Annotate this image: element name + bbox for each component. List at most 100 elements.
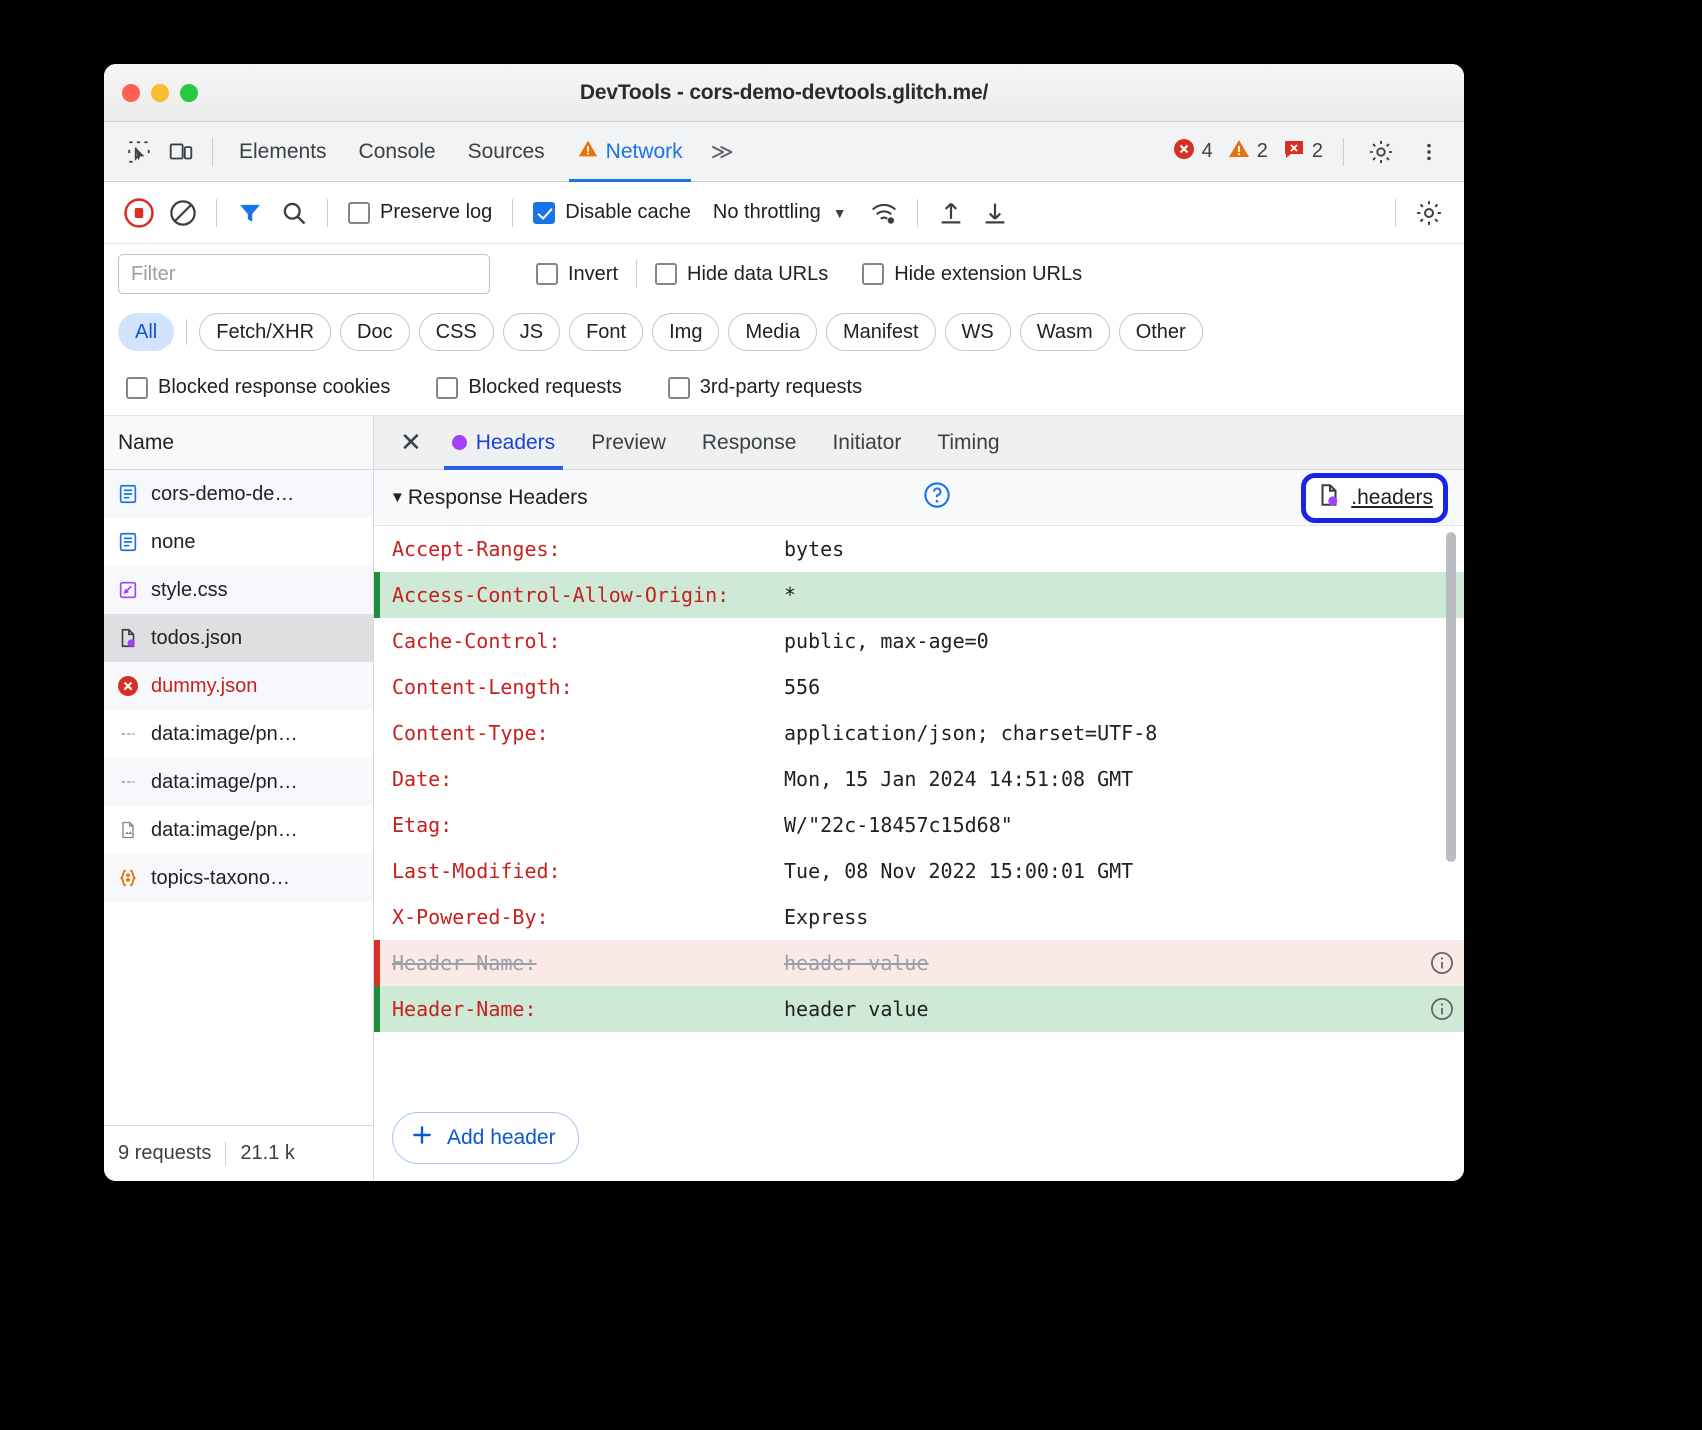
more-tabs-icon[interactable]: ≫ xyxy=(699,139,746,165)
more-options-icon[interactable] xyxy=(1408,131,1450,173)
header-value[interactable]: W/"22c-18457c15d68" xyxy=(784,802,1464,848)
response-headers-section-header[interactable]: ▼ Response Headers .headers xyxy=(374,470,1464,526)
third-party-requests-checkbox-box[interactable] xyxy=(668,377,690,399)
detail-scrollbar-thumb[interactable] xyxy=(1446,532,1456,862)
blocked-response-cookies-checkbox-box[interactable] xyxy=(126,377,148,399)
request-row-todos-json[interactable]: todos.json xyxy=(104,614,373,662)
header-row-x-powered-by[interactable]: X-Powered-By: Express xyxy=(374,894,1464,940)
hide-extension-urls-checkbox-box[interactable] xyxy=(862,263,884,285)
add-header-button[interactable]: Add header xyxy=(392,1112,579,1164)
tab-console[interactable]: Console xyxy=(343,122,452,182)
header-value[interactable]: Express xyxy=(784,894,1464,940)
tab-network-label: Network xyxy=(606,140,683,164)
request-row-data-image-1[interactable]: data:image/pn… xyxy=(104,710,373,758)
invert-checkbox-box[interactable] xyxy=(536,263,558,285)
tab-preview[interactable]: Preview xyxy=(573,416,684,470)
filter-pill-doc[interactable]: Doc xyxy=(340,313,410,351)
export-har-icon[interactable] xyxy=(974,192,1016,234)
filter-pill-manifest[interactable]: Manifest xyxy=(826,313,936,351)
header-row-etag[interactable]: Etag: W/"22c-18457c15d68" xyxy=(374,802,1464,848)
detail-scrollbar-track[interactable] xyxy=(1450,472,1460,1181)
preserve-log-checkbox-box[interactable] xyxy=(348,202,370,224)
tab-initiator[interactable]: Initiator xyxy=(814,416,919,470)
settings-gear-icon[interactable] xyxy=(1360,131,1402,173)
request-row-style-css[interactable]: style.css xyxy=(104,566,373,614)
blocked-requests-checkbox-box[interactable] xyxy=(436,377,458,399)
header-value[interactable]: Tue, 08 Nov 2022 15:00:01 GMT xyxy=(784,848,1464,894)
tab-headers[interactable]: Headers xyxy=(434,416,573,470)
error-counter[interactable]: 4 xyxy=(1168,137,1217,167)
tab-timing[interactable]: Timing xyxy=(919,416,1017,470)
header-row-last-modified[interactable]: Last-Modified: Tue, 08 Nov 2022 15:00:01… xyxy=(374,848,1464,894)
header-value[interactable]: header value xyxy=(784,986,1420,1032)
throttling-select-value[interactable]: No throttling xyxy=(701,201,821,224)
filter-pill-other[interactable]: Other xyxy=(1119,313,1203,351)
filter-input[interactable] xyxy=(118,254,490,294)
hide-data-urls-checkbox-box[interactable] xyxy=(655,263,677,285)
import-har-icon[interactable] xyxy=(930,192,972,234)
disable-cache-checkbox[interactable]: Disable cache xyxy=(525,201,699,224)
third-party-requests-checkbox[interactable]: 3rd-party requests xyxy=(660,376,870,399)
error-count: 4 xyxy=(1202,140,1213,163)
filter-pill-img[interactable]: Img xyxy=(652,313,719,351)
header-value[interactable]: application/json; charset=UTF-8 xyxy=(784,710,1464,756)
network-conditions-icon[interactable] xyxy=(863,192,905,234)
header-value[interactable]: Mon, 15 Jan 2024 14:51:08 GMT xyxy=(784,756,1464,802)
network-toolbar: Preserve log Disable cache No throttling… xyxy=(104,182,1464,244)
header-row-content-length[interactable]: Content-Length: 556 xyxy=(374,664,1464,710)
header-row-removed[interactable]: Header-Name: header value xyxy=(374,940,1464,986)
request-row-none[interactable]: none xyxy=(104,518,373,566)
header-row-access-control-allow-origin[interactable]: Access-Control-Allow-Origin: * xyxy=(374,572,1464,618)
request-row-dummy-json[interactable]: dummy.json xyxy=(104,662,373,710)
preserve-log-checkbox[interactable]: Preserve log xyxy=(340,201,500,224)
tab-response[interactable]: Response xyxy=(684,416,815,470)
header-row-content-type[interactable]: Content-Type: application/json; charset=… xyxy=(374,710,1464,756)
help-icon[interactable] xyxy=(922,480,952,516)
issue-counter[interactable]: 2 xyxy=(1278,137,1327,167)
filter-pill-wasm[interactable]: Wasm xyxy=(1020,313,1110,351)
toggle-device-toolbar-icon[interactable] xyxy=(160,131,202,173)
header-value[interactable]: public, max-age=0 xyxy=(784,618,1464,664)
header-row-cache-control[interactable]: Cache-Control: public, max-age=0 xyxy=(374,618,1464,664)
header-value[interactable]: bytes xyxy=(784,526,1464,572)
header-row-added[interactable]: Header-Name: header value xyxy=(374,986,1464,1032)
tab-sources[interactable]: Sources xyxy=(452,122,561,182)
header-value[interactable]: header value xyxy=(784,940,1420,986)
chevron-down-icon[interactable]: ▼ xyxy=(390,489,405,506)
stop-recording-icon[interactable] xyxy=(118,192,160,234)
request-row-data-image-3[interactable]: data:image/pn… xyxy=(104,806,373,854)
filter-pill-css[interactable]: CSS xyxy=(419,313,494,351)
filter-pill-media[interactable]: Media xyxy=(728,313,816,351)
header-row-date[interactable]: Date: Mon, 15 Jan 2024 14:51:08 GMT xyxy=(374,756,1464,802)
filter-funnel-icon[interactable] xyxy=(229,192,271,234)
network-settings-gear-icon[interactable] xyxy=(1408,192,1450,234)
warning-counter[interactable]: 2 xyxy=(1223,137,1272,167)
hide-extension-urls-checkbox[interactable]: Hide extension URLs xyxy=(854,263,1090,286)
clear-network-log-icon[interactable] xyxy=(162,192,204,234)
hide-data-urls-checkbox[interactable]: Hide data URLs xyxy=(647,263,836,286)
chevron-down-icon[interactable]: ▼ xyxy=(823,205,861,221)
disable-cache-checkbox-box[interactable] xyxy=(533,202,555,224)
blocked-requests-checkbox[interactable]: Blocked requests xyxy=(428,376,629,399)
request-row-data-image-2[interactable]: data:image/pn… xyxy=(104,758,373,806)
inspect-element-icon[interactable] xyxy=(118,131,160,173)
column-header-name[interactable]: Name xyxy=(104,416,373,470)
blocked-response-cookies-checkbox[interactable]: Blocked response cookies xyxy=(118,376,398,399)
headers-override-file-button[interactable]: .headers xyxy=(1301,473,1448,523)
close-icon[interactable]: ✕ xyxy=(388,427,434,458)
filter-pill-fetch-xhr[interactable]: Fetch/XHR xyxy=(199,313,331,351)
filter-pill-js[interactable]: JS xyxy=(503,313,560,351)
filter-pill-font[interactable]: Font xyxy=(569,313,643,351)
filter-pill-ws[interactable]: WS xyxy=(945,313,1011,351)
filter-pill-all[interactable]: All xyxy=(118,313,174,351)
tab-network[interactable]: Network xyxy=(561,122,699,182)
search-icon[interactable] xyxy=(273,192,315,234)
tab-elements[interactable]: Elements xyxy=(223,122,343,182)
request-row-topics-taxonomy[interactable]: topics-taxono… xyxy=(104,854,373,902)
overridden-file-icon xyxy=(1316,482,1342,514)
invert-checkbox[interactable]: Invert xyxy=(528,263,626,286)
header-row-accept-ranges[interactable]: Accept-Ranges: bytes xyxy=(374,526,1464,572)
header-value[interactable]: 556 xyxy=(784,664,1464,710)
header-value[interactable]: * xyxy=(784,572,1464,618)
request-row-cors-demo[interactable]: cors-demo-de… xyxy=(104,470,373,518)
